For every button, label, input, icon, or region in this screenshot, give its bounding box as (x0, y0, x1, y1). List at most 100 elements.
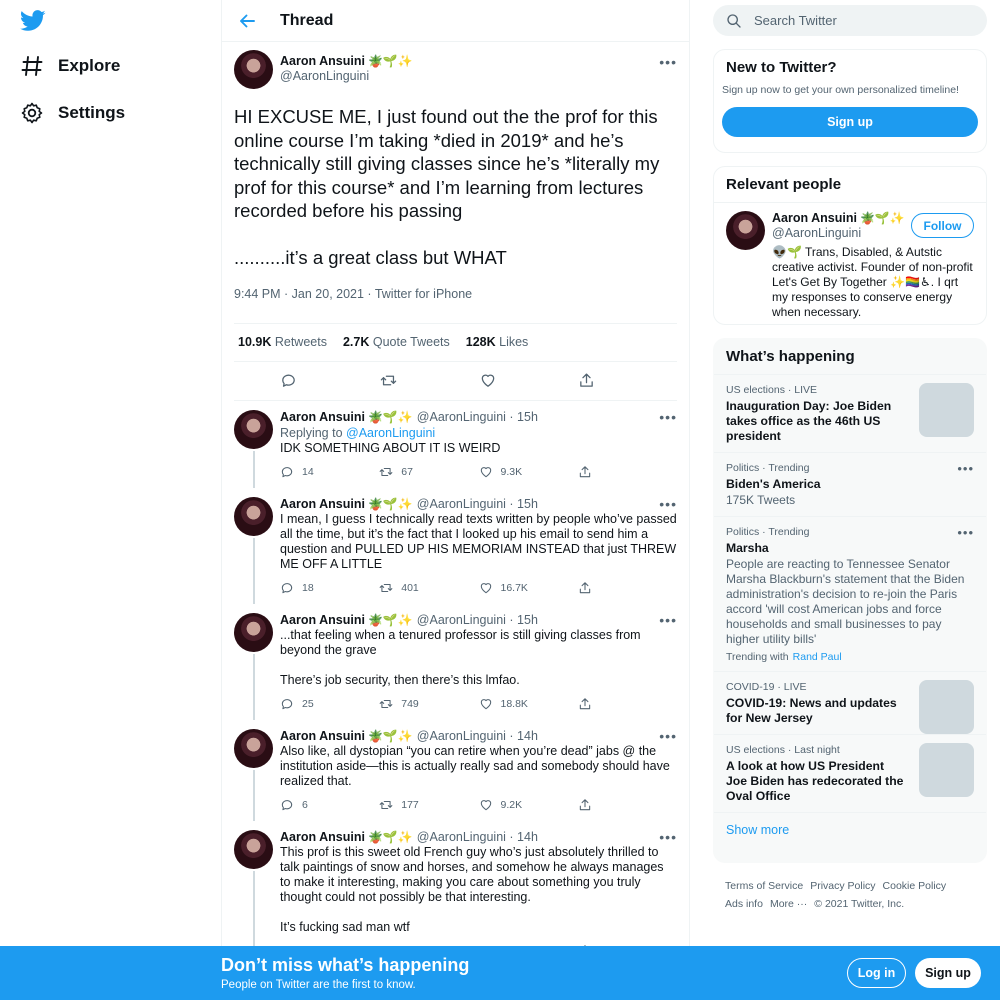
avatar[interactable] (234, 612, 273, 652)
search-box[interactable] (713, 5, 987, 36)
avatar[interactable] (234, 728, 273, 768)
replying-to-link[interactable]: @AaronLinguini (346, 426, 435, 440)
signup-button[interactable]: Sign up (915, 958, 981, 988)
login-button[interactable]: Log in (847, 958, 906, 988)
author-name[interactable]: Aaron Ansuini (280, 409, 365, 425)
reply-button[interactable]: 6 (280, 798, 379, 812)
tweet-text: I mean, I guess I technically read texts… (280, 511, 681, 571)
tweet-actions: 14 67 9.3K (280, 456, 677, 488)
likes-stat[interactable]: 128K Likes (466, 335, 529, 349)
tweet-time[interactable]: 15h (517, 410, 538, 424)
trend-item[interactable]: COVID-19 · LIVE COVID-19: News and update… (714, 671, 986, 734)
author-handle[interactable]: @AaronLinguini (417, 613, 506, 627)
share-icon (579, 697, 590, 709)
nav-settings[interactable]: Settings (20, 98, 125, 128)
privacy-link[interactable]: Privacy Policy (810, 880, 875, 892)
relevant-person[interactable]: Aaron Ansuini 🪴🌱✨ @AaronLinguini 👽🌱 Trans… (714, 202, 986, 326)
more-options-icon[interactable]: ••• (659, 612, 677, 628)
tweet-time[interactable]: 15h (517, 497, 538, 511)
more-options-icon[interactable]: ••• (957, 461, 974, 476)
back-arrow-icon[interactable] (237, 11, 257, 31)
name-emoji: 🪴🌱✨ (367, 829, 413, 844)
reply-tweet[interactable]: ••• Aaron Ansuini 🪴🌱✨ @AaronLinguini · 15h I… (222, 488, 689, 604)
reply-tweet[interactable]: ••• Aaron Ansuini 🪴🌱✨ @AaronLinguini · 15h R… (222, 401, 689, 488)
share-button[interactable] (578, 581, 677, 595)
retweet-button[interactable]: 177 (379, 798, 478, 812)
author-name[interactable]: Aaron Ansuini (280, 496, 365, 512)
quote-tweets-stat[interactable]: 2.7K Quote Tweets (343, 335, 450, 349)
terms-link[interactable]: Terms of Service (725, 880, 803, 892)
tweet-text: ...that feeling when a tenured professor… (280, 627, 641, 687)
author-handle[interactable]: @AaronLinguini (417, 497, 506, 511)
reply-button[interactable] (280, 372, 379, 389)
author-name[interactable]: Aaron Ansuini (280, 54, 365, 68)
show-more-link[interactable]: Show more (714, 812, 986, 847)
whats-happening-card: What’s happening US elections · LIVE Inau… (713, 338, 987, 863)
tweet-time[interactable]: 15h (517, 613, 538, 627)
reply-icon (281, 799, 293, 810)
tweet-time[interactable]: 14h (517, 830, 538, 844)
share-button[interactable] (578, 798, 677, 812)
avatar[interactable] (234, 829, 273, 869)
more-options-icon[interactable]: ••• (659, 829, 677, 845)
retweet-button[interactable]: 67 (379, 465, 478, 479)
follow-button[interactable]: Follow (911, 213, 974, 238)
share-button[interactable] (578, 465, 677, 479)
more-options-icon[interactable]: ••• (659, 496, 677, 512)
tweet-time[interactable]: 14h (517, 729, 538, 743)
reply-tweet[interactable]: ••• Aaron Ansuini 🪴🌱✨ @AaronLinguini · 14h A… (222, 720, 689, 821)
author-handle[interactable]: @AaronLinguini (417, 729, 506, 743)
person-name[interactable]: Aaron Ansuini (772, 211, 857, 225)
author-handle[interactable]: @AaronLinguini (417, 830, 506, 844)
reply-count: 18 (302, 581, 314, 594)
tweet-actions: 25 749 18.8K (280, 688, 677, 720)
avatar[interactable] (234, 496, 273, 536)
like-button[interactable] (479, 372, 578, 389)
ads-info-link[interactable]: Ads info (725, 898, 763, 910)
retweets-stat[interactable]: 10.9K Retweets (238, 335, 327, 349)
trend-context-link[interactable]: Rand Paul (793, 651, 842, 663)
author-name[interactable]: Aaron Ansuini (280, 728, 365, 744)
reply-tweet[interactable]: ••• Aaron Ansuini 🪴🌱✨ @AaronLinguini · 14h T… (222, 821, 689, 967)
search-input[interactable] (754, 13, 954, 28)
sidebar-signup-button[interactable]: Sign up (722, 107, 978, 137)
like-count: 16.7K (500, 581, 528, 594)
retweet-button[interactable]: 401 (379, 581, 478, 595)
avatar[interactable] (726, 211, 765, 250)
share-button[interactable] (578, 372, 677, 389)
author-name[interactable]: Aaron Ansuini (280, 829, 365, 845)
trend-item[interactable]: Politics · Trending Biden's America 175K T… (714, 452, 986, 516)
more-options-icon[interactable]: ••• (659, 409, 677, 425)
like-button[interactable]: 9.2K (479, 798, 578, 812)
reply-button[interactable]: 25 (280, 697, 379, 711)
more-options-icon[interactable]: ••• (957, 525, 974, 540)
author-name[interactable]: Aaron Ansuini (280, 612, 365, 628)
share-button[interactable] (578, 697, 677, 711)
trend-item[interactable]: US elections · LIVE Inauguration Day: Joe… (714, 374, 986, 452)
nav-explore[interactable]: Explore (20, 51, 120, 81)
retweet-icon (379, 699, 393, 708)
share-icon (579, 581, 590, 593)
reply-button[interactable]: 14 (280, 465, 379, 479)
author-handle[interactable]: @AaronLinguini (417, 410, 506, 424)
author-handle[interactable]: @AaronLinguini (280, 69, 413, 84)
retweet-button[interactable]: 749 (379, 697, 478, 711)
twitter-logo-icon[interactable] (20, 10, 46, 32)
tweet-timestamp[interactable]: 9:44 PM · Jan 20, 2021 · Twitter for iPh… (234, 287, 677, 301)
reply-tweet[interactable]: ••• Aaron Ansuini 🪴🌱✨ @AaronLinguini · 15h.… (222, 604, 689, 720)
like-button[interactable]: 16.7K (479, 581, 578, 595)
avatar[interactable] (234, 50, 273, 89)
reply-button[interactable]: 18 (280, 581, 379, 595)
trend-item[interactable]: US elections · Last night A look at how U… (714, 734, 986, 812)
more-options-icon[interactable]: ••• (659, 728, 677, 744)
retweet-button[interactable] (379, 372, 478, 389)
more-link[interactable]: More ··· (770, 898, 807, 910)
more-options-icon[interactable]: ••• (659, 54, 677, 70)
trend-item[interactable]: Politics · Trending Marsha People are reac… (714, 516, 986, 671)
retweet-count: 401 (401, 581, 419, 594)
like-button[interactable]: 9.3K (479, 465, 578, 479)
avatar[interactable] (234, 409, 273, 449)
cookie-link[interactable]: Cookie Policy (883, 880, 947, 892)
like-button[interactable]: 18.8K (479, 697, 578, 711)
trend-title: Biden's America (726, 477, 821, 491)
